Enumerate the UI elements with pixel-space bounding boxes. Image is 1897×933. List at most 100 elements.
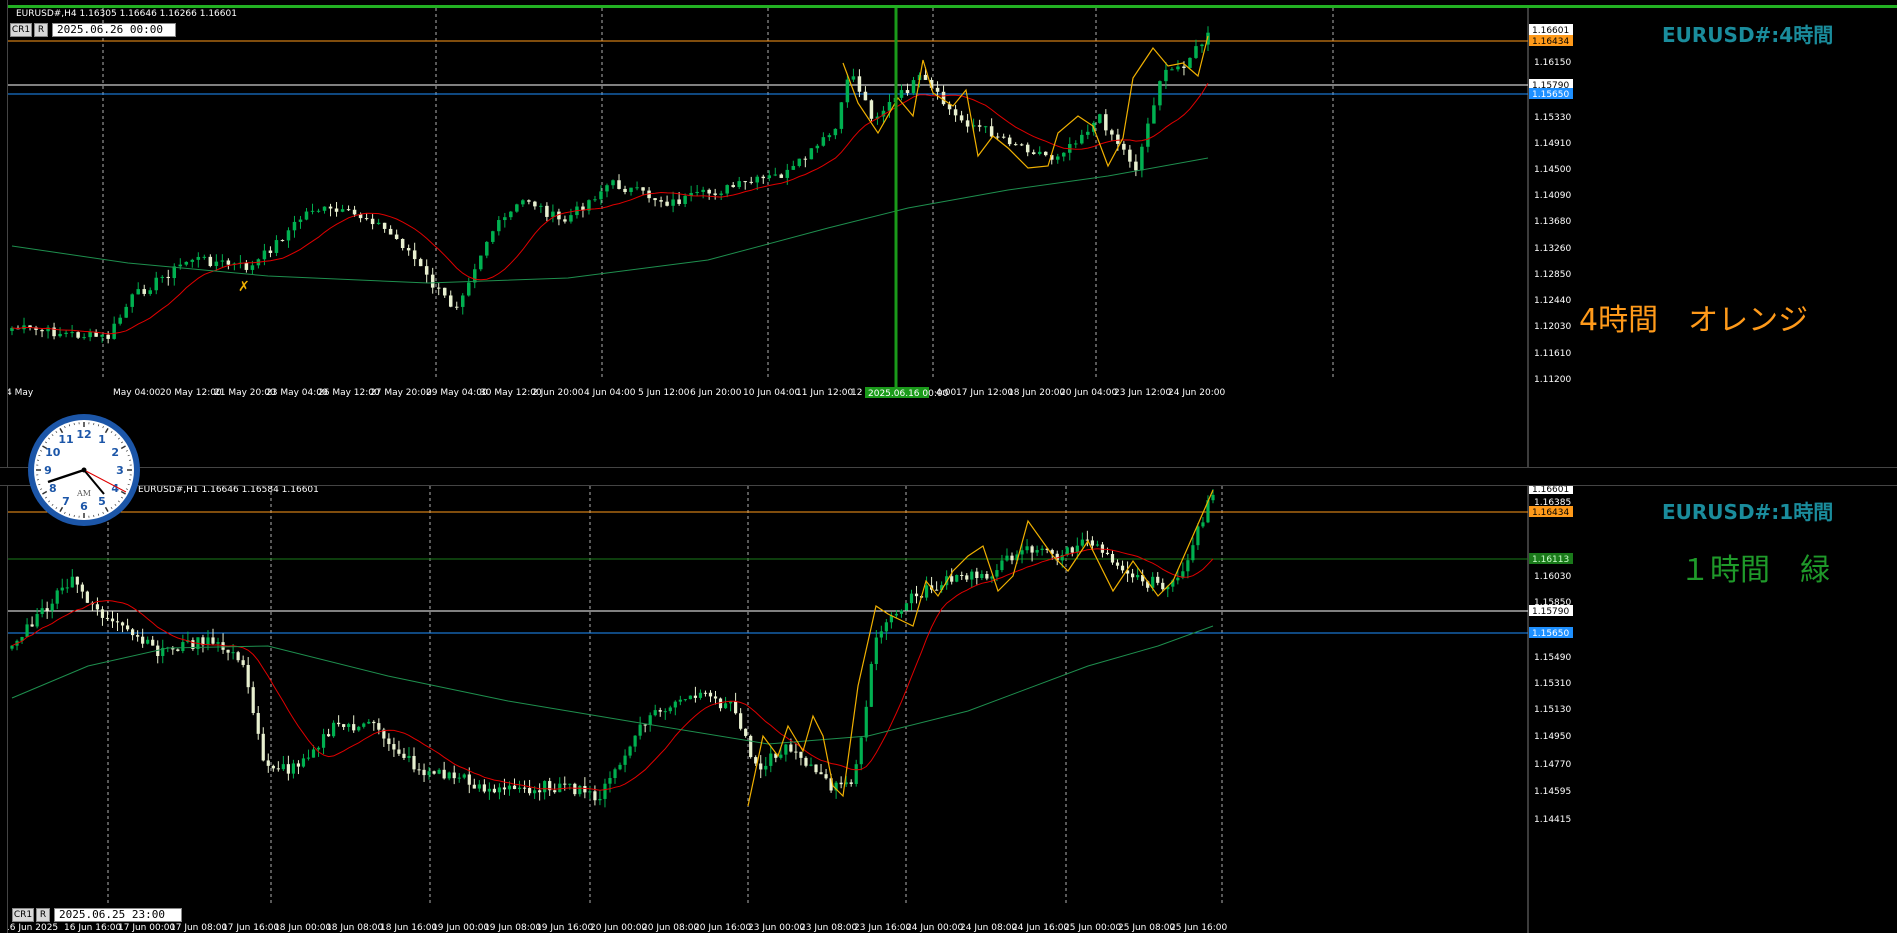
candle-body	[605, 185, 609, 192]
candle-body	[394, 234, 399, 239]
h4-datetime-box[interactable]: 2025.06.26 00:00	[52, 23, 176, 37]
candle-body	[1037, 151, 1042, 154]
candle-body	[382, 222, 387, 229]
price-tick-label: 1.16030	[1534, 572, 1571, 582]
candle-body	[266, 760, 270, 766]
h4-cr1-button[interactable]: CR1	[10, 23, 32, 37]
price-axis[interactable]: 1.167451.166011.164341.163851.161131.160…	[1529, 486, 1573, 825]
candle-body	[286, 764, 290, 774]
price-axis[interactable]: 1.166011.164341.161501.157901.156501.153…	[1529, 24, 1573, 385]
candle-body	[364, 218, 369, 220]
h1-blue-price-tag-text: 1.15650	[1532, 629, 1569, 639]
candle-body	[857, 76, 862, 92]
h1-chart-pane[interactable]: 1.167451.166011.164341.163851.161131.160…	[8, 486, 1897, 933]
candle-body	[1158, 81, 1162, 106]
h1-r-button[interactable]: R	[36, 908, 50, 922]
time-tick-label: 25 Jun 00:00	[1064, 923, 1121, 933]
h4-chart-pane[interactable]: 1.166011.164341.161501.157901.156501.153…	[8, 5, 1897, 467]
candle-body	[268, 250, 273, 253]
h1-datetime-box[interactable]: 2025.06.25 23:00	[54, 908, 182, 922]
candle-body	[211, 637, 215, 644]
candle-body	[372, 721, 376, 724]
candle-body	[184, 261, 189, 265]
time-tick-label: 10 Jun 04:00	[743, 388, 800, 398]
candle-body	[803, 158, 808, 160]
candle-body	[899, 90, 904, 98]
price-tick-label: 1.14910	[1534, 139, 1571, 149]
h4-r-button[interactable]: R	[34, 23, 48, 37]
candle-body	[226, 260, 231, 265]
candle-body	[370, 218, 375, 225]
h4-chart-canvas[interactable]: 1.166011.164341.161501.157901.156501.153…	[8, 8, 1897, 467]
price-tick-label: 1.13680	[1534, 217, 1571, 227]
candle-body	[894, 613, 899, 616]
candle-body	[75, 576, 79, 585]
h4-symbol-title: EURUSD#:4時間	[1662, 23, 1834, 47]
candle-body	[879, 631, 883, 638]
zigzag-indicator	[842, 35, 1209, 169]
candle-body	[784, 744, 788, 755]
candle-body	[151, 639, 155, 646]
candle-body	[130, 294, 134, 307]
candle-body	[1080, 539, 1084, 546]
time-axis[interactable]: 16 Jun 2025 16 Jun 16:0017 Jun 00:0017 Ju…	[8, 923, 1227, 933]
candle-body	[82, 337, 86, 339]
candle-body	[809, 764, 813, 766]
candle-body	[88, 331, 92, 338]
candle-body	[814, 764, 818, 773]
candle-body	[376, 222, 381, 225]
candle-body	[1136, 575, 1140, 578]
time-axis[interactable]: 4 May May 04:00 20 May 12:0021 May 20:0023…	[8, 388, 1225, 398]
time-tick-label: 25 Jun 08:00	[1118, 923, 1175, 933]
candle-body	[332, 722, 336, 737]
candle-body	[522, 787, 527, 789]
candle-body	[1116, 134, 1120, 144]
candle-body	[502, 787, 507, 790]
candle-body	[953, 109, 958, 116]
candle-body	[588, 791, 592, 793]
candle-body	[55, 590, 59, 604]
candle-body	[437, 769, 441, 774]
candle-body	[677, 199, 681, 204]
h1-chart-canvas[interactable]: 1.167451.166011.164341.163851.161131.160…	[8, 486, 1897, 933]
candle-body	[623, 188, 627, 192]
time-tick-label: 20 Jun 08:00	[642, 923, 699, 933]
candle-body	[905, 90, 910, 94]
candle-body	[328, 206, 333, 209]
candle-body	[1055, 156, 1060, 160]
candle-body	[80, 584, 84, 592]
candle-body	[688, 695, 692, 700]
candle-body	[693, 695, 698, 698]
candle-body	[1201, 522, 1205, 527]
clock-numeral: 8	[49, 482, 57, 495]
candle-body	[551, 211, 555, 217]
candle-body	[479, 255, 483, 270]
time-tick-label: 16 Jun 16:00	[64, 923, 121, 933]
h1-ohlc-info: EURUSD#,H1 1.16646 1.16584 1.16601	[138, 486, 319, 495]
candle-body	[286, 230, 291, 241]
candle-body	[1134, 161, 1138, 171]
pane-divider[interactable]	[0, 467, 1897, 486]
candle-body	[719, 193, 723, 195]
candle-body	[737, 181, 741, 188]
analog-clock-widget[interactable]: 12 1 2 3 4 5 6 7 8 9 10 11 AM	[26, 412, 142, 528]
price-tick-label: 1.15490	[1534, 653, 1571, 663]
h1-cr1-button[interactable]: CR1	[12, 908, 34, 922]
clock-numeral: 7	[62, 495, 70, 508]
clock-numeral: 4	[111, 482, 119, 495]
time-tick-label: 12	[851, 388, 862, 398]
candle-body	[334, 208, 339, 212]
time-tick-label: 23 Jun 00:00	[748, 923, 805, 933]
candle-body	[1176, 66, 1180, 70]
candle-body	[1156, 576, 1160, 583]
clock-numeral: 9	[44, 464, 52, 477]
price-tick-label: 1.11200	[1534, 375, 1571, 385]
candle-body	[196, 256, 201, 260]
candle-body	[454, 306, 459, 308]
time-tick-label: 29 May 04:00	[426, 388, 488, 398]
candle-body	[316, 747, 321, 750]
time-tick-label: 6 Jun 20:00	[690, 388, 742, 398]
candle-body	[65, 587, 69, 589]
candle-body	[497, 220, 501, 232]
time-tick-label: 19 Jun 16:00	[536, 923, 593, 933]
